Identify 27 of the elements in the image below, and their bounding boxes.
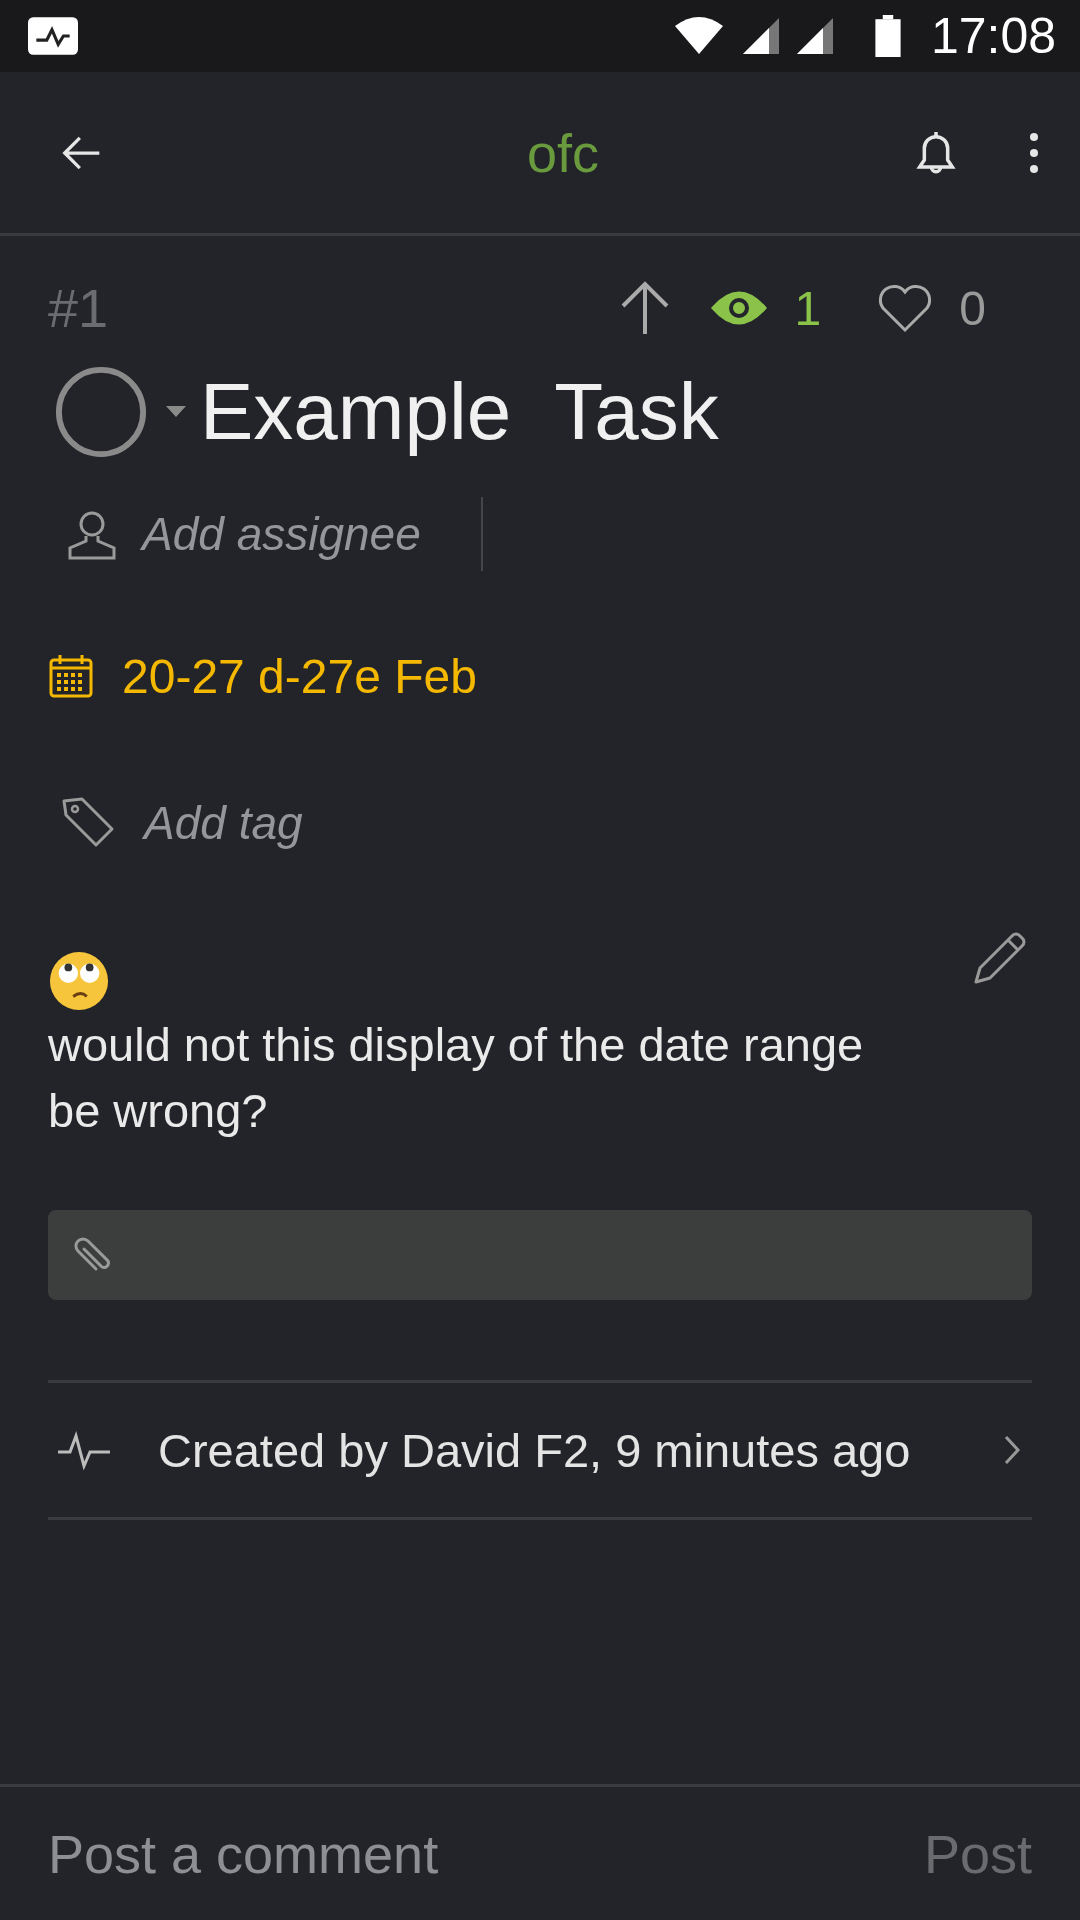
like-count: 0 bbox=[959, 280, 986, 336]
app-title: ofc bbox=[525, 121, 600, 184]
emoji-icon bbox=[48, 950, 110, 1012]
status-checkbox[interactable] bbox=[54, 365, 148, 459]
battery-icon bbox=[874, 15, 901, 57]
clock: 17:08 bbox=[930, 7, 1056, 65]
wifi-icon bbox=[672, 16, 725, 56]
post-button[interactable]: Post bbox=[923, 1822, 1032, 1885]
activity-app-icon bbox=[28, 17, 78, 55]
signal-icon bbox=[742, 18, 779, 54]
due-date[interactable]: 20-27 d-27e Feb bbox=[122, 648, 477, 704]
activity-row[interactable]: Created by David F2, 9 minutes ago bbox=[48, 1380, 1032, 1520]
task-title: Example Task bbox=[200, 366, 719, 458]
chevron-right-icon bbox=[1004, 1435, 1020, 1465]
task-number: #1 bbox=[48, 277, 109, 339]
pulse-icon bbox=[56, 1430, 112, 1470]
comment-field[interactable]: Post a comment bbox=[48, 1822, 924, 1885]
signal-icon bbox=[796, 18, 833, 54]
add-assignee-button[interactable]: Add assignee bbox=[48, 506, 421, 562]
heart-icon[interactable] bbox=[877, 282, 934, 334]
edit-icon[interactable] bbox=[972, 930, 1028, 986]
calendar-icon bbox=[48, 653, 94, 699]
view-count: 1 bbox=[794, 280, 822, 336]
task-description: would not this display of the date range be wrong? bbox=[48, 1017, 865, 1139]
eye-icon[interactable] bbox=[710, 290, 767, 326]
add-tag-button[interactable]: Add tag bbox=[48, 778, 1032, 868]
caret-icon[interactable] bbox=[166, 406, 186, 418]
